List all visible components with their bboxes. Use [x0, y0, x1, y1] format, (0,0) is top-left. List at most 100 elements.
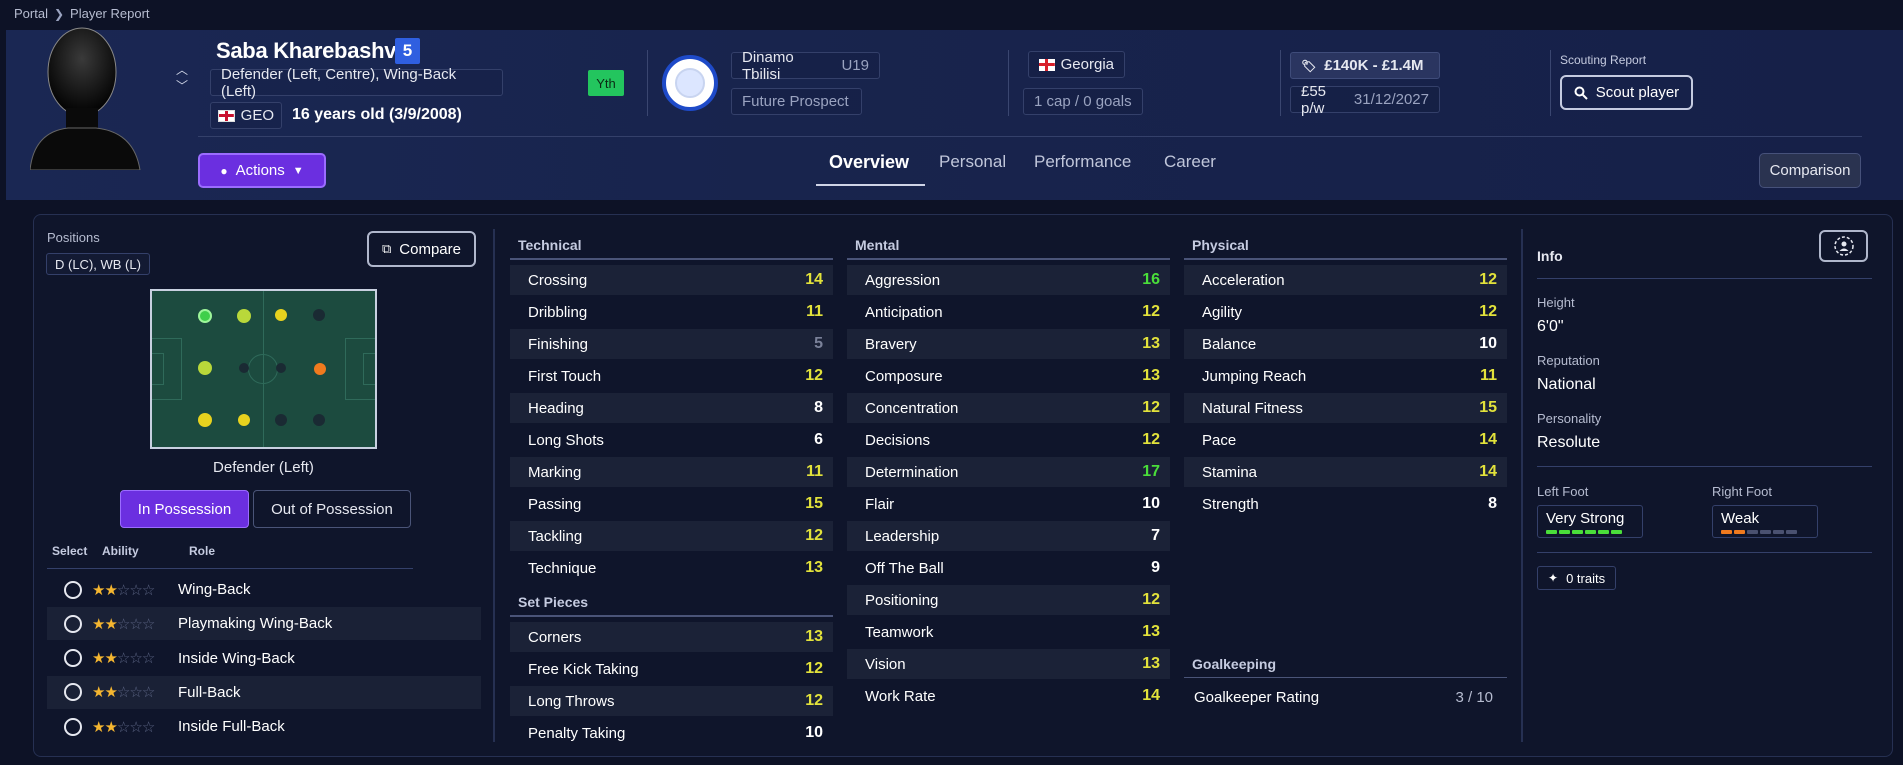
attribute-row[interactable]: Dribbling 11: [510, 297, 833, 327]
compare-button[interactable]: ⧉ Compare: [367, 231, 476, 267]
role-row[interactable]: ★★☆☆☆ Inside Full-Back: [47, 710, 481, 743]
selected-position: Defender (Left): [213, 459, 314, 476]
attribute-name: Aggression: [865, 271, 941, 289]
attribute-row[interactable]: Bravery 13: [847, 329, 1170, 359]
set-pieces-title: Set Pieces: [518, 594, 589, 610]
attribute-row[interactable]: Vision 13: [847, 649, 1170, 679]
position-dot-dr[interactable]: [198, 413, 212, 427]
role-row[interactable]: ★★☆☆☆ Wing-Back: [47, 573, 481, 606]
attribute-row[interactable]: Aggression 16: [847, 265, 1170, 295]
attribute-row[interactable]: Long Shots 6: [510, 425, 833, 455]
attribute-row[interactable]: Finishing 5: [510, 329, 833, 359]
position-pitch[interactable]: [150, 289, 377, 449]
attribute-row[interactable]: Marking 11: [510, 457, 833, 487]
position-dot-amc[interactable]: [314, 363, 326, 375]
previous-player-icon[interactable]: ︿: [176, 64, 188, 76]
club-chip[interactable]: Dinamo Tbilisi U19: [731, 49, 880, 83]
attribute-value: 10: [1479, 335, 1497, 352]
attribute-row[interactable]: Acceleration 12: [1184, 265, 1507, 295]
attribute-row[interactable]: Flair 10: [847, 489, 1170, 519]
role-name: Inside Wing-Back: [178, 649, 295, 667]
transfer-value-chip[interactable]: 🏷 £140K - £1.4M: [1290, 52, 1440, 79]
star-icon: ☆: [116, 615, 130, 633]
attribute-name: Tackling: [528, 527, 583, 545]
tab-performance[interactable]: Performance: [1034, 152, 1131, 172]
position-dot-ml[interactable]: [275, 309, 287, 321]
set-pieces-rule: [510, 615, 833, 617]
role-select-radio[interactable]: [64, 649, 82, 668]
attribute-row[interactable]: Jumping Reach 11: [1184, 361, 1507, 391]
position-dot-dc[interactable]: [198, 361, 212, 375]
position-dot-mc[interactable]: [276, 363, 286, 373]
attribute-row[interactable]: Pace 14: [1184, 425, 1507, 455]
position-dot-amr[interactable]: [313, 414, 325, 426]
position-dot-dml[interactable]: [237, 309, 251, 323]
attribute-value: 13: [805, 559, 823, 576]
tab-career[interactable]: Career: [1164, 152, 1216, 172]
star-icon: ★: [104, 581, 117, 599]
georgia-flag-icon: [1039, 58, 1055, 71]
attribute-row[interactable]: Free Kick Taking 12: [510, 654, 833, 684]
role-row[interactable]: ★★☆☆☆ Inside Wing-Back: [47, 642, 481, 675]
attribute-row[interactable]: Heading 8: [510, 393, 833, 423]
attribute-row[interactable]: Decisions 12: [847, 425, 1170, 455]
star-icon: ★: [104, 615, 117, 633]
position-dot-mr[interactable]: [275, 414, 287, 426]
role-select-radio[interactable]: [64, 580, 82, 599]
attribute-row[interactable]: Passing 15: [510, 489, 833, 519]
in-possession-button[interactable]: In Possession: [120, 490, 249, 528]
personality-info-button[interactable]: [1819, 230, 1868, 262]
attribute-row[interactable]: Technique 13: [510, 553, 833, 583]
attribute-row[interactable]: Concentration 12: [847, 393, 1170, 423]
role-select-radio[interactable]: [64, 614, 82, 633]
next-player-icon[interactable]: ﹀: [176, 80, 188, 92]
attribute-row[interactable]: Strength 8: [1184, 489, 1507, 519]
nationality-chip: GEO: [210, 102, 282, 129]
attribute-row[interactable]: Anticipation 12: [847, 297, 1170, 327]
nation-chip[interactable]: Georgia: [1028, 51, 1125, 78]
player-silhouette-avatar: [30, 27, 141, 170]
attribute-row[interactable]: Balance 10: [1184, 329, 1507, 359]
scout-player-button[interactable]: Scout player: [1560, 75, 1693, 110]
attribute-row[interactable]: Work Rate 14: [847, 681, 1170, 711]
attribute-row[interactable]: Determination 17: [847, 457, 1170, 487]
tab-overview[interactable]: Overview: [829, 152, 909, 173]
attribute-row[interactable]: First Touch 12: [510, 361, 833, 391]
out-of-possession-button[interactable]: Out of Possession: [253, 490, 411, 528]
positions-label: Positions: [47, 230, 100, 245]
attribute-row[interactable]: Composure 13: [847, 361, 1170, 391]
comparison-button[interactable]: Comparison: [1759, 153, 1861, 188]
position-dot-aml[interactable]: [313, 309, 325, 321]
attribute-row[interactable]: Penalty Taking 10: [510, 718, 833, 748]
club-logo[interactable]: [662, 55, 718, 111]
role-select-radio[interactable]: [64, 717, 82, 736]
attribute-row[interactable]: Long Throws 12: [510, 686, 833, 716]
tab-personal[interactable]: Personal: [939, 152, 1006, 172]
attribute-row[interactable]: Crossing 14: [510, 265, 833, 295]
attribute-row[interactable]: Natural Fitness 15: [1184, 393, 1507, 423]
attribute-name: Marking: [528, 463, 582, 481]
star-icon: ★: [104, 718, 117, 736]
attribute-row[interactable]: Teamwork 13: [847, 617, 1170, 647]
role-row[interactable]: ★★☆☆☆ Playmaking Wing-Back: [47, 607, 481, 641]
attribute-row[interactable]: Tackling 12: [510, 521, 833, 551]
role-row[interactable]: ★★☆☆☆ Full-Back: [47, 675, 481, 709]
left-foot-meter: [1546, 530, 1634, 534]
position-dot-dmr[interactable]: [238, 414, 250, 426]
roles-header-rule: [47, 568, 413, 569]
attribute-row[interactable]: Stamina 14: [1184, 457, 1507, 487]
attribute-row[interactable]: Corners 13: [510, 622, 833, 652]
actions-button[interactable]: ● Actions ▼: [198, 153, 326, 188]
position-dot-wbl[interactable]: [198, 309, 212, 323]
attribute-row[interactable]: Off The Ball 9: [847, 553, 1170, 583]
attribute-row[interactable]: Positioning 12: [847, 585, 1170, 615]
search-icon: [1574, 86, 1588, 100]
breadcrumb-root-link[interactable]: Portal: [14, 6, 48, 21]
traits-button[interactable]: ✦ 0 traits: [1537, 566, 1617, 590]
attribute-row[interactable]: Leadership 7: [847, 521, 1170, 551]
attribute-row[interactable]: Agility 12: [1184, 297, 1507, 327]
position-dot-dmc[interactable]: [239, 363, 249, 373]
role-select-radio[interactable]: [64, 683, 82, 702]
attribute-value: 13: [805, 628, 823, 645]
star-icon: ☆: [141, 615, 155, 633]
